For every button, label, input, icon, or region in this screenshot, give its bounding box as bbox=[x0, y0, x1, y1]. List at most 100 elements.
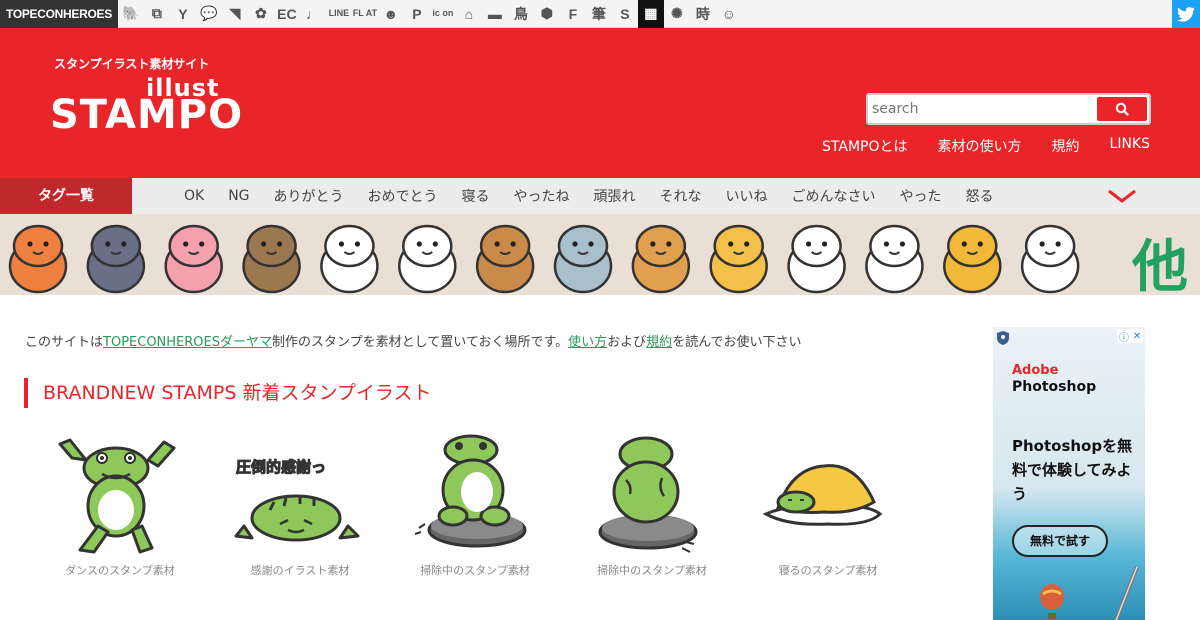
character-squirrel[interactable] bbox=[475, 224, 535, 294]
tag-link[interactable]: やったね bbox=[514, 186, 570, 206]
face-icon[interactable]: ☺ bbox=[716, 0, 742, 28]
flower-icon[interactable]: ✿ bbox=[248, 0, 274, 28]
line-icon[interactable]: LINE bbox=[326, 0, 352, 28]
ad-brand-line2: Photoshop bbox=[1012, 379, 1097, 395]
pen-icon bbox=[1114, 566, 1139, 620]
ad-copy: Photoshopを無料で体験してみよう bbox=[1012, 437, 1133, 503]
tag-link[interactable]: ごめんなさい bbox=[792, 186, 876, 206]
character-strip-art bbox=[8, 224, 1080, 294]
character-octopus[interactable] bbox=[8, 224, 68, 294]
flat-icon[interactable]: FL AT bbox=[352, 0, 378, 28]
parking-icon[interactable]: P bbox=[404, 0, 430, 28]
section-title: BRANDNEW STAMPS 新着スタンプイラスト bbox=[24, 378, 432, 408]
stamp-caption: 感謝のイラスト素材 bbox=[250, 564, 350, 577]
terms-link[interactable]: 規約 bbox=[646, 335, 672, 350]
character-koala[interactable] bbox=[553, 224, 613, 294]
site-header: スタンプイラスト素材サイト illust STAMPO STAMPOとは 素材の… bbox=[0, 28, 1200, 178]
tag-link[interactable]: やった bbox=[900, 186, 942, 206]
site-tagline: スタンプイラスト素材サイト bbox=[54, 57, 210, 71]
stamp-card[interactable]: 寝るのスタンプ素材 bbox=[758, 430, 898, 580]
chevron-down-icon[interactable] bbox=[1107, 188, 1137, 204]
character-bear-sleeping[interactable] bbox=[242, 224, 301, 294]
tag-link[interactable]: それな bbox=[660, 186, 702, 206]
network-brand-link[interactable]: TOPECONHEROES bbox=[0, 0, 118, 28]
character-pink-creature[interactable] bbox=[164, 224, 223, 294]
character-radish[interactable] bbox=[320, 224, 379, 294]
character-cow[interactable] bbox=[398, 224, 457, 294]
info-icon[interactable]: ⓘ bbox=[1119, 329, 1129, 344]
frog-dance-image bbox=[58, 438, 176, 554]
tag-link[interactable]: 怒る bbox=[966, 186, 994, 206]
stamp-card[interactable]: 掃除中のスタンプ素材 bbox=[582, 430, 722, 580]
frog-roomba-back-image bbox=[598, 436, 698, 553]
ad-info-icons[interactable]: ⓘ ✕ bbox=[1117, 329, 1143, 344]
f-letter-icon[interactable]: F bbox=[560, 0, 586, 28]
hexagon-icon[interactable]: ⬢ bbox=[534, 0, 560, 28]
ad-cta-button[interactable]: 無料で試す bbox=[1012, 525, 1108, 557]
tag-list: OK NG ありがとう おめでとう 寝る やったね 頑張れ それな いいね ごめんなさい やった 怒る bbox=[184, 178, 994, 214]
bird-kanji-icon[interactable]: 鳥 bbox=[508, 0, 534, 28]
usage-link[interactable]: 使い方 bbox=[568, 335, 607, 350]
tag-link[interactable]: いいね bbox=[726, 186, 768, 206]
stamp-card[interactable]: 圧倒的感謝っ 感謝のイラスト素材 bbox=[230, 430, 370, 580]
search-icon bbox=[1115, 102, 1129, 116]
frog-roomba-image bbox=[414, 434, 527, 548]
close-icon[interactable]: ✕ bbox=[1133, 331, 1141, 342]
music-note-icon[interactable]: ♩ bbox=[300, 0, 326, 28]
speech-bubble-icon[interactable]: 💬 bbox=[196, 0, 222, 28]
other-characters-link[interactable]: 他 bbox=[1132, 222, 1188, 295]
character-white-cat[interactable] bbox=[865, 224, 924, 294]
intro-part: 制作のスタンプを素材として置いておく場所です。 bbox=[272, 335, 569, 350]
elephant-icon[interactable]: 🐘 bbox=[118, 0, 144, 28]
logo-stampo-text[interactable]: STAMPO bbox=[50, 92, 243, 138]
tag-link[interactable]: OK bbox=[184, 188, 204, 204]
tag-bar: タグ一覧 OK NG ありがとう おめでとう 寝る やったね 頑張れ それな いいね ごめんなさい… bbox=[0, 178, 1200, 214]
stamp-card[interactable]: ダンスのスタンプ素材 bbox=[50, 430, 190, 580]
nav-about[interactable]: STAMPOとは bbox=[822, 136, 907, 156]
character-yellow-capybara[interactable] bbox=[709, 224, 768, 294]
intro-part: を読んでお使い下さい bbox=[672, 335, 802, 350]
bird-icon[interactable]: ◥ bbox=[222, 0, 248, 28]
sparkle-icon[interactable]: ✺ bbox=[664, 0, 690, 28]
grid-icon[interactable]: ▦ bbox=[637, 0, 664, 28]
intro-part: および bbox=[607, 335, 647, 350]
tag-link[interactable]: 頑張れ bbox=[594, 186, 636, 206]
advertisement[interactable]: ⓘ ✕ Adobe Photoshop Photoshopを無料で体験してみよう … bbox=[993, 327, 1145, 620]
character-shiba-dog[interactable] bbox=[631, 224, 691, 294]
stamp-card[interactable]: 掃除中のスタンプ素材 bbox=[405, 430, 545, 580]
intro-part: このサイトは bbox=[25, 335, 104, 350]
smiley-icon[interactable]: ☻ bbox=[378, 0, 404, 28]
search-button[interactable] bbox=[1097, 97, 1147, 121]
author-link[interactable]: TOPECONHEROESダーヤマ bbox=[103, 335, 272, 350]
s-letter-icon[interactable]: S bbox=[612, 0, 638, 28]
character-chick-witch[interactable] bbox=[943, 224, 1002, 294]
search-input[interactable] bbox=[872, 98, 1094, 120]
time-kanji-icon[interactable]: 時 bbox=[690, 0, 716, 28]
character-penguin-hair[interactable] bbox=[86, 224, 146, 294]
nav-terms[interactable]: 規約 bbox=[1052, 136, 1080, 156]
ec-text-icon[interactable]: EC bbox=[274, 0, 300, 28]
stamp-caption: 掃除中のスタンプ素材 bbox=[420, 564, 530, 577]
intro-text: このサイトはTOPECONHEROESダーヤマ制作のスタンプを素材として置いてお… bbox=[25, 331, 802, 350]
bed-icon[interactable]: ▬ bbox=[482, 0, 508, 28]
twitter-icon[interactable] bbox=[1172, 0, 1200, 28]
house-icon[interactable]: ⌂ bbox=[456, 0, 482, 28]
character-white-rabbit[interactable] bbox=[1020, 224, 1080, 294]
nav-usage[interactable]: 素材の使い方 bbox=[938, 136, 1022, 156]
stamp-caption: ダンスのスタンプ素材 bbox=[65, 564, 175, 577]
frog-sleeping-image bbox=[762, 464, 883, 526]
character-white-dog[interactable] bbox=[787, 224, 846, 294]
stamp-caption: 寝るのスタンプ素材 bbox=[778, 564, 878, 577]
brush-kanji-icon[interactable]: 筆 bbox=[586, 0, 612, 28]
tag-link[interactable]: 寝る bbox=[462, 186, 490, 206]
person-icon[interactable]: Y bbox=[170, 0, 196, 28]
squares-icon[interactable]: ⧉ bbox=[144, 0, 170, 28]
tag-link[interactable]: ありがとう bbox=[274, 186, 344, 206]
tag-link[interactable]: おめでとう bbox=[368, 186, 438, 206]
character-strip: 他 bbox=[0, 214, 1200, 295]
tag-list-label: タグ一覧 bbox=[0, 178, 132, 214]
network-sites: 🐘 ⧉ Y 💬 ◥ ✿ EC ♩ LINE FL AT ☻ Pic on ⌂ ▬ 鳥 ⬢ F 筆 S ▦ ✺ 時 ☺ bbox=[118, 0, 742, 28]
nav-links[interactable]: LINKS bbox=[1110, 136, 1150, 156]
tag-link[interactable]: NG bbox=[228, 188, 249, 204]
icon-text-icon[interactable]: ic on bbox=[430, 0, 456, 28]
